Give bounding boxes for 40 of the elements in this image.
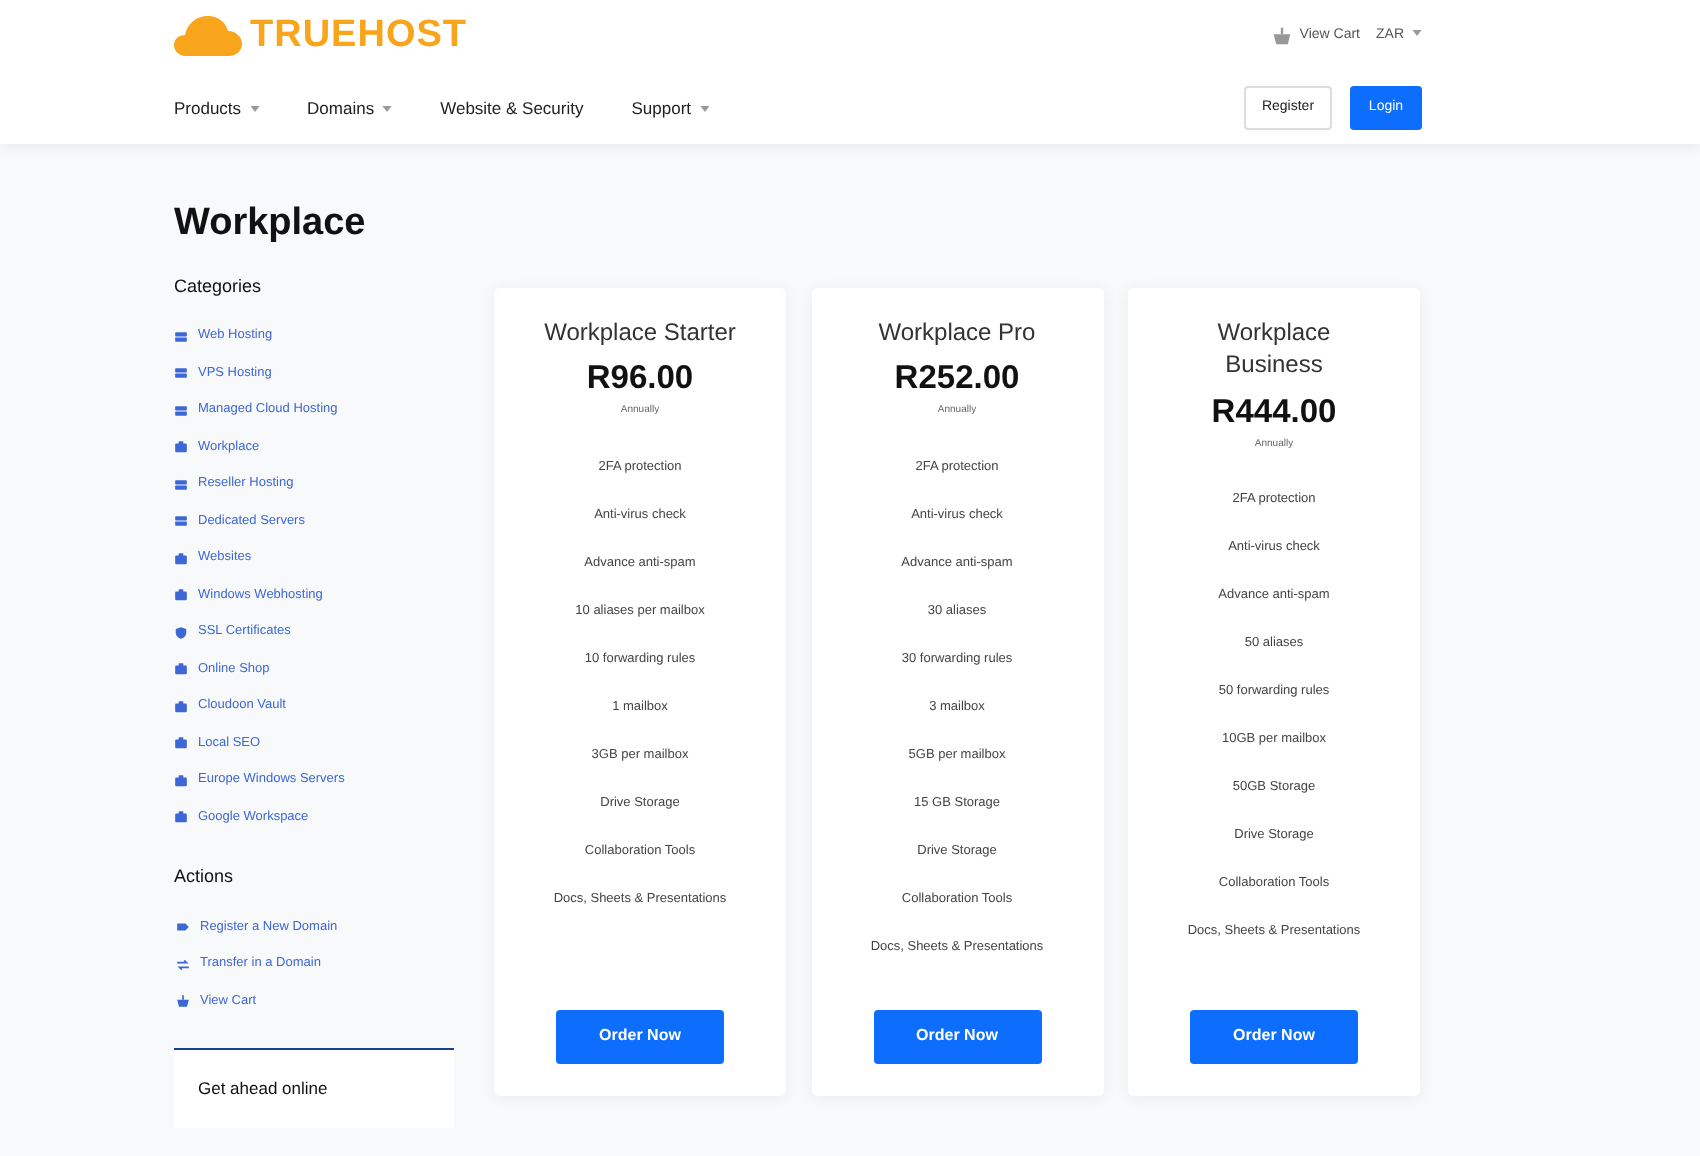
cloud-logo-icon [174, 16, 242, 56]
order-button[interactable]: Order Now [1190, 1009, 1358, 1063]
plan-name: Workplace Business [1215, 315, 1333, 383]
plan-price: R252.00 [894, 358, 1020, 401]
plan-name: Workplace Pro [878, 315, 1036, 349]
briefcase-icon [174, 736, 188, 751]
transfer-icon [176, 957, 190, 972]
server-icon [174, 514, 188, 529]
nav-link[interactable]: Website & Security [440, 95, 584, 121]
basket-icon [176, 994, 190, 1009]
briefcase-icon [174, 662, 188, 677]
nav-link[interactable]: Domains [307, 95, 393, 121]
server-icon [174, 477, 188, 492]
caret-icon [382, 105, 393, 112]
shield-icon [174, 625, 188, 640]
caret-icon [249, 105, 260, 112]
plan-price: R96.00 [586, 358, 694, 401]
server-icon [174, 329, 188, 344]
tag-icon [176, 920, 190, 935]
page-title: Workplace [174, 200, 368, 248]
order-button[interactable]: Order Now [556, 1009, 724, 1063]
plan-name: Workplace Starter [544, 315, 736, 349]
briefcase-icon [174, 588, 188, 603]
briefcase-icon [174, 440, 188, 455]
server-icon [174, 403, 188, 418]
briefcase-icon [174, 551, 188, 566]
briefcase-icon [174, 773, 188, 788]
server-icon [174, 366, 188, 381]
plan-price: R444.00 [1211, 392, 1337, 435]
promo-title: Get ahead online [198, 1078, 328, 1098]
caret-icon [1412, 30, 1422, 37]
briefcase-icon [174, 810, 188, 825]
nav-link[interactable]: Support [631, 95, 710, 121]
section-heading: Categories [174, 273, 264, 300]
briefcase-icon [174, 699, 188, 714]
basket-icon [1271, 26, 1292, 46]
order-button[interactable]: Order Now [873, 1009, 1041, 1063]
caret-icon [699, 105, 710, 112]
nav-link[interactable]: Products [174, 95, 260, 121]
section-heading: Actions [174, 864, 236, 890]
